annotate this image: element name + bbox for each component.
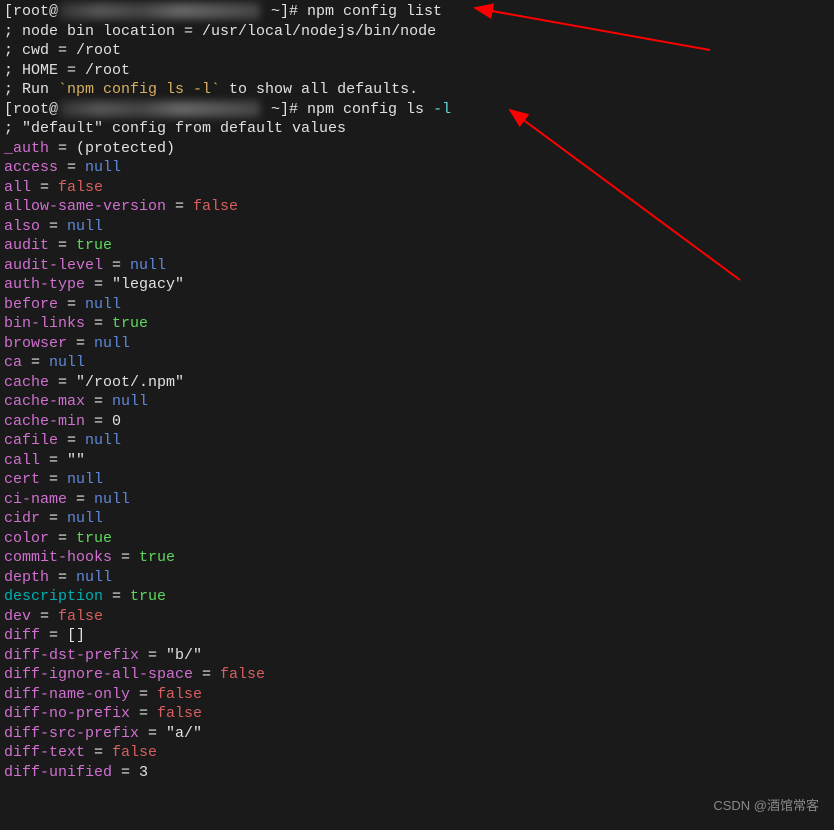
terminal-line-run: ; Run `npm config ls -l` to show all def…	[0, 80, 834, 100]
config-also: also = null	[0, 217, 834, 237]
config-audit-level: audit-level = null	[0, 256, 834, 276]
config-diff-unified: diff-unified = 3	[0, 763, 834, 783]
config-auth: _auth = (protected)	[0, 139, 834, 159]
config-dev: dev = false	[0, 607, 834, 627]
config-diff-name-only: diff-name-only = false	[0, 685, 834, 705]
config-audit: audit = true	[0, 236, 834, 256]
config-allow-same-version: allow-same-version = false	[0, 197, 834, 217]
config-ca: ca = null	[0, 353, 834, 373]
config-all: all = false	[0, 178, 834, 198]
config-diff-text: diff-text = false	[0, 743, 834, 763]
terminal-line-home: ; HOME = /root	[0, 61, 834, 81]
config-cache: cache = "/root/.npm"	[0, 373, 834, 393]
config-bin-links: bin-links = true	[0, 314, 834, 334]
config-color: color = true	[0, 529, 834, 549]
config-call: call = ""	[0, 451, 834, 471]
config-diff-dst-prefix: diff-dst-prefix = "b/"	[0, 646, 834, 666]
config-cache-min: cache-min = 0	[0, 412, 834, 432]
config-cidr: cidr = null	[0, 509, 834, 529]
watermark: CSDN @酒馆常客	[713, 798, 819, 815]
config-cafile: cafile = null	[0, 431, 834, 451]
config-auth-type: auth-type = "legacy"	[0, 275, 834, 295]
terminal-line-prompt2: [root@ ~]# npm config ls -l	[0, 100, 834, 120]
terminal-line-nodebin: ; node bin location = /usr/local/nodejs/…	[0, 22, 834, 42]
terminal-line-comment: ; "default" config from default values	[0, 119, 834, 139]
terminal-line-cwd: ; cwd = /root	[0, 41, 834, 61]
config-diff-ignore-all-space: diff-ignore-all-space = false	[0, 665, 834, 685]
config-commit-hooks: commit-hooks = true	[0, 548, 834, 568]
redacted-hostname	[60, 101, 260, 117]
config-diff-src-prefix: diff-src-prefix = "a/"	[0, 724, 834, 744]
config-diff: diff = []	[0, 626, 834, 646]
config-description: description = true	[0, 587, 834, 607]
config-access: access = null	[0, 158, 834, 178]
config-cache-max: cache-max = null	[0, 392, 834, 412]
config-diff-no-prefix: diff-no-prefix = false	[0, 704, 834, 724]
config-ci-name: ci-name = null	[0, 490, 834, 510]
config-cert: cert = null	[0, 470, 834, 490]
config-before: before = null	[0, 295, 834, 315]
config-browser: browser = null	[0, 334, 834, 354]
redacted-hostname	[60, 3, 260, 19]
terminal-line-prompt1: [root@ ~]# npm config list	[0, 2, 834, 22]
config-depth: depth = null	[0, 568, 834, 588]
